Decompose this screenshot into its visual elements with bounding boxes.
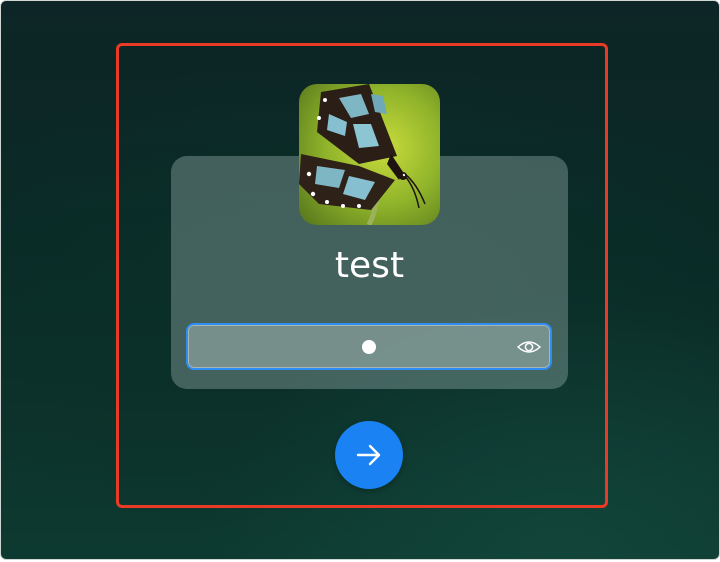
password-mask-dot xyxy=(362,340,376,354)
submit-button[interactable] xyxy=(335,421,403,489)
username-label: test xyxy=(334,245,405,286)
eye-icon[interactable] xyxy=(517,337,541,357)
login-screen: test xyxy=(0,0,720,560)
arrow-right-icon xyxy=(356,444,381,466)
butterfly-icon xyxy=(299,84,440,225)
password-input[interactable] xyxy=(186,323,552,370)
user-avatar[interactable] xyxy=(299,84,440,225)
